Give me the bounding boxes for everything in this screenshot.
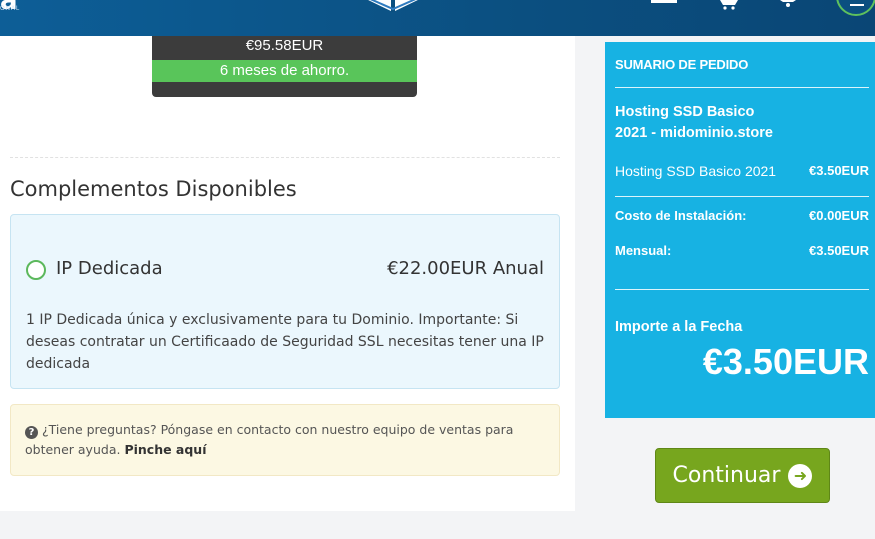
price-value: €95.58EUR (245, 37, 324, 54)
summary-product: Hosting SSD Basico 2021 - midominio.stor… (615, 102, 773, 144)
order-summary: SUMARIO DE PEDIDO Hosting SSD Basico 202… (605, 42, 875, 418)
summary-divider (615, 289, 869, 290)
help-text: ¿Tiene preguntas? Póngase en contacto co… (25, 422, 514, 457)
continue-label: Continuar (672, 463, 781, 488)
summary-divider (615, 196, 869, 197)
summary-setup-price: €0.00EUR (809, 208, 869, 223)
summary-setup-row: Costo de Instalación: €0.00EUR (615, 208, 869, 223)
summary-monthly-label: Mensual: (615, 243, 672, 258)
menu-icon[interactable] (650, 0, 678, 10)
summary-heading: SUMARIO DE PEDIDO (615, 57, 749, 72)
cube-logo-icon[interactable] (362, 0, 424, 16)
summary-total: €3.50EUR (702, 341, 869, 382)
arrow-circle-right-icon: ➜ (788, 463, 813, 488)
help-link[interactable]: Pinche aquí (124, 442, 206, 457)
summary-item-row: Hosting SSD Basico 2021 €3.50EUR (615, 163, 869, 179)
addons-title: Complementos Disponibles (10, 177, 297, 201)
summary-monthly-price: €3.50EUR (809, 243, 869, 258)
addon-name[interactable]: IP Dedicada (56, 258, 163, 279)
price-box: €95.58EUR 6 meses de ahorro. (152, 36, 417, 97)
savings-badge: 6 meses de ahorro. (152, 60, 417, 82)
summary-product-line1: Hosting SSD Basico (615, 104, 755, 120)
main-panel: €95.58EUR 6 meses de ahorro. Complemento… (0, 36, 575, 511)
summary-monthly-row: Mensual: €3.50EUR (615, 243, 869, 258)
summary-due-label: Importe a la Fecha (615, 319, 743, 335)
bell-icon[interactable] (774, 0, 802, 10)
question-circle-icon: ? (25, 426, 38, 439)
addon-price: €22.00EUR Anual (387, 258, 544, 279)
summary-product-line2: 2021 - midominio.store (615, 125, 773, 141)
summary-item-price: €3.50EUR (809, 163, 869, 178)
continue-button[interactable]: Continuar ➜ (655, 448, 830, 503)
addon-description: 1 IP Dedicada única y exclusivamente par… (26, 312, 544, 372)
top-header: a ONAL (0, 0, 875, 36)
summary-item-label: Hosting SSD Basico 2021 (615, 163, 777, 179)
user-avatar[interactable] (836, 0, 875, 16)
help-alert: ? ¿Tiene preguntas? Póngase en contacto … (10, 404, 560, 476)
logo-subtitle: ONAL (0, 6, 21, 12)
addon-card-ip-dedicada[interactable]: IP Dedicada €22.00EUR Anual 1 IP Dedicad… (10, 214, 560, 389)
cart-icon[interactable] (716, 0, 744, 10)
addon-radio[interactable] (26, 260, 46, 280)
section-divider (10, 157, 560, 158)
summary-setup-label: Costo de Instalación: (615, 208, 747, 223)
summary-divider (615, 87, 869, 88)
